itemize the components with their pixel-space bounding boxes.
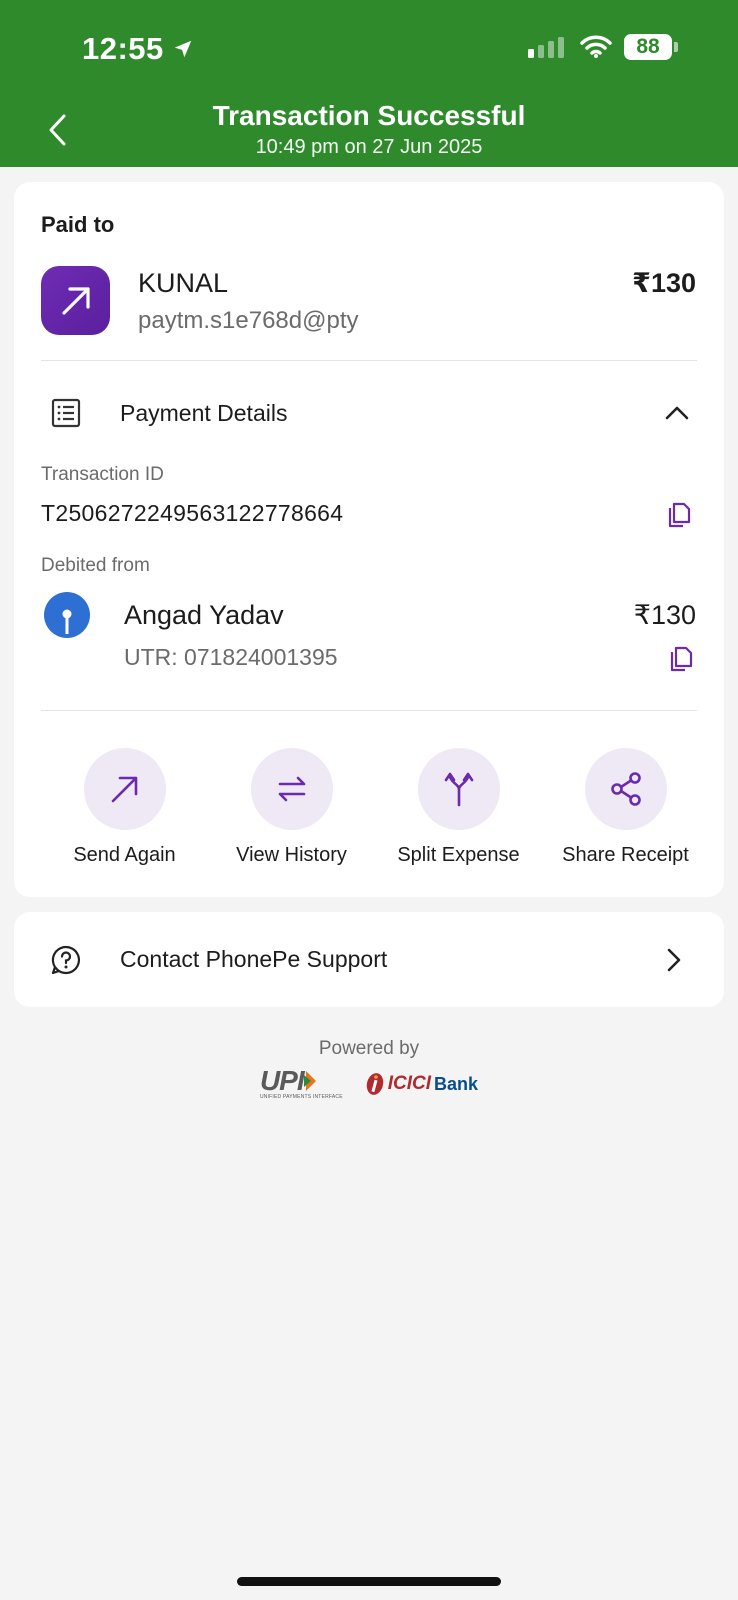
arrow-up-right-icon bbox=[61, 286, 90, 315]
receipt-list-icon bbox=[51, 398, 81, 428]
utr-number: UTR: 071824001395 bbox=[124, 644, 338, 670]
icici-mark-icon bbox=[366, 1073, 383, 1095]
split-expense-button[interactable]: Split Expense bbox=[375, 748, 542, 867]
quick-actions: Send Again View History Split Expense Sh… bbox=[14, 748, 724, 867]
payee-avatar bbox=[41, 266, 110, 335]
cellular-signal-icon bbox=[528, 37, 564, 58]
debited-from-label: Debited from bbox=[41, 555, 150, 576]
upi-arrow-icon bbox=[303, 1071, 316, 1091]
upi-logo-subtext: UNIFIED PAYMENTS INTERFACE bbox=[259, 1094, 343, 1100]
send-again-label: Send Again bbox=[73, 844, 176, 866]
copy-utr-icon[interactable] bbox=[668, 644, 694, 672]
page-title: Transaction Successful bbox=[212, 100, 526, 131]
copy-transaction-id-icon[interactable] bbox=[666, 500, 692, 528]
transaction-id-value: T2506272249563122778664 bbox=[41, 500, 344, 526]
send-again-button[interactable]: Send Again bbox=[41, 748, 208, 867]
split-expense-icon bbox=[444, 772, 473, 807]
icici-brand-text: ICICI bbox=[387, 1073, 432, 1094]
wifi-icon bbox=[580, 35, 612, 58]
split-expense-label: Split Expense bbox=[397, 844, 520, 866]
sbi-logo-icon bbox=[62, 609, 72, 634]
share-receipt-circle[interactable] bbox=[584, 748, 667, 830]
chevron-right-icon bbox=[667, 948, 681, 971]
chevron-up-icon[interactable] bbox=[664, 400, 690, 426]
contact-support-row[interactable]: Contact PhonePe Support bbox=[14, 912, 724, 1007]
help-chat-icon bbox=[51, 945, 81, 974]
bank-word-text: Bank bbox=[434, 1073, 479, 1094]
status-time: 12:55 bbox=[82, 31, 194, 67]
paid-to-label: Paid to bbox=[41, 212, 115, 237]
split-expense-circle[interactable] bbox=[417, 748, 500, 830]
view-history-circle[interactable] bbox=[250, 748, 333, 830]
upi-logo: UPI UNIFIED PAYMENTS INTERFACE bbox=[259, 1065, 343, 1101]
payee-upi-id: paytm.s1e768d@pty bbox=[138, 307, 359, 334]
contact-support-label: Contact PhonePe Support bbox=[120, 946, 388, 972]
icici-bank-logo: ICICI Bank bbox=[365, 1071, 478, 1097]
send-again-circle[interactable] bbox=[83, 748, 166, 830]
transaction-card: Paid to KUNAL paytm.s1e768d@pty ₹130 Pay… bbox=[14, 182, 724, 897]
transaction-timestamp: 10:49 pm on 27 Jun 2025 bbox=[255, 136, 483, 158]
partner-logos: UPI UNIFIED PAYMENTS INTERFACE ICICI Ban… bbox=[0, 1065, 738, 1101]
send-again-icon bbox=[111, 776, 137, 803]
view-history-icon bbox=[278, 776, 305, 802]
sbi-bank-icon bbox=[44, 592, 90, 638]
view-history-button[interactable]: View History bbox=[208, 748, 375, 867]
view-history-label: View History bbox=[236, 844, 347, 866]
share-icon bbox=[610, 772, 641, 806]
transaction-id-label: Transaction ID bbox=[41, 464, 164, 485]
battery-indicator: 88 bbox=[624, 34, 678, 60]
payee-amount: ₹130 bbox=[632, 268, 696, 298]
divider bbox=[41, 710, 697, 711]
upi-logo-text: UPI bbox=[259, 1065, 305, 1096]
payment-details-toggle[interactable]: Payment Details bbox=[120, 400, 287, 427]
divider bbox=[41, 360, 697, 361]
status-icons: 88 bbox=[528, 34, 678, 60]
battery-tip bbox=[674, 42, 678, 52]
location-arrow-icon bbox=[174, 40, 192, 58]
powered-by-label: Powered by bbox=[318, 1038, 420, 1059]
status-time-text: 12:55 bbox=[82, 31, 164, 66]
account-holder-name: Angad Yadav bbox=[124, 600, 284, 630]
share-receipt-label: Share Receipt bbox=[562, 844, 689, 866]
home-indicator[interactable] bbox=[237, 1577, 501, 1586]
share-receipt-button[interactable]: Share Receipt bbox=[542, 748, 709, 867]
header-bar: 12:55 88 Transaction Successful 10:49 pm… bbox=[0, 0, 738, 167]
debit-amount: ₹130 bbox=[633, 600, 696, 630]
battery-level: 88 bbox=[624, 34, 672, 60]
payee-name: KUNAL bbox=[138, 268, 229, 298]
